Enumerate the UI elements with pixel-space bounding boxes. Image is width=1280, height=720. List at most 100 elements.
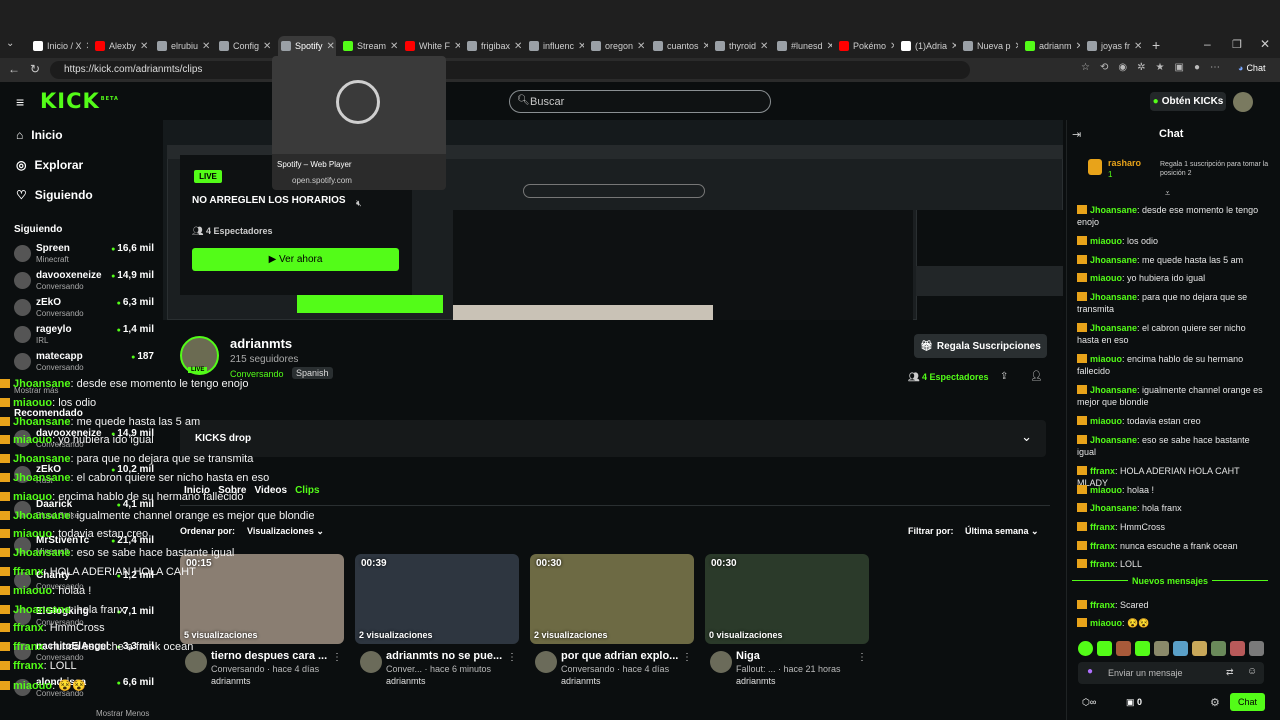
chat-message[interactable]: Jhoansane: hola franx [1077,502,1267,514]
menu-icon[interactable]: ≡ [16,94,24,110]
chat-username[interactable]: miaouo [1090,416,1122,426]
close-tab-icon[interactable]: ✕ [454,41,460,52]
close-tab-icon[interactable]: ✕ [890,41,894,52]
close-tab-icon[interactable]: ✕ [202,41,210,52]
clip-user[interactable]: adrianmts [211,676,251,686]
language-tag[interactable]: Spanish [292,367,333,379]
pinned-collapse-icon[interactable]: ⩡ [1165,188,1170,199]
browser-tab[interactable]: (1)Adria ✕ [898,36,956,56]
close-tab-icon[interactable]: ✕ [1076,41,1080,52]
tab-list-dropdown-icon[interactable]: ⌄ [6,38,20,52]
user-avatar[interactable] [1233,92,1253,112]
close-tab-icon[interactable]: ✕ [1015,41,1018,52]
search-input[interactable]: 🔍︎ Buscar [509,90,771,113]
close-tab-icon[interactable]: ✕ [760,41,768,52]
chat-message[interactable]: miaouo: encima hablo de su hermano falle… [1077,353,1267,377]
close-tab-icon[interactable]: ✕ [703,41,708,52]
sidebar-channel[interactable]: SpreenMinecraft 16,6 mil [14,243,154,269]
back-icon[interactable]: ← [8,62,20,76]
follow-user-icon[interactable]: 👤︎ [1030,371,1043,382]
close-tab-icon[interactable]: ✕ [514,41,522,52]
translate-icon[interactable]: ⇄ [1226,667,1234,678]
nav-explorar[interactable]: ◎ Explorar [16,158,83,172]
chat-settings-icon[interactable]: ⚙ [1210,696,1220,709]
channel-name[interactable]: adrianmts [230,336,292,351]
obtain-kicks-button[interactable]: ● Obtén KICKs [1150,92,1226,111]
browser-tab[interactable]: Spotify ✕ [278,36,336,56]
sidebar-channel[interactable]: zEkOConversando 6,3 mil [14,297,154,323]
url-field[interactable]: https://kick.com/adrianmts/clips [50,61,970,79]
chat-username[interactable]: ffranx [1090,600,1115,610]
kicks-balance[interactable]: ⬡∞ [1082,697,1096,708]
chat-username[interactable]: Jhoansane [1090,255,1137,265]
puzzle-icon[interactable]: ✲ [1137,62,1145,76]
chat-username[interactable]: ffranx [1090,541,1115,551]
emote-icon[interactable] [1211,641,1226,656]
kick-logo[interactable]: KICKBETA [40,89,119,113]
close-tab-icon[interactable]: ✕ [390,41,398,52]
clip-title[interactable]: adrianmts no se pue... [386,650,502,662]
share-icon[interactable]: ⇪ [1000,371,1008,382]
clip-more-icon[interactable]: ⋮ [332,652,342,663]
chat-message[interactable]: ffranx: HmmCross [1077,521,1267,533]
clip-thumbnail[interactable]: 00:30 0 visualizaciones [705,554,869,644]
browser-tab[interactable]: elrubiu ✕ [154,36,212,56]
sort-select[interactable]: Visualizaciones ⌄ [247,526,324,537]
chat-message[interactable]: Jhoansane: el cabron quiere ser nicho ha… [1077,322,1267,346]
pinned-user[interactable]: rasharo [1108,158,1141,168]
translate-icon[interactable]: ⟲ [1100,62,1108,76]
new-tab-button[interactable]: + [1152,37,1160,53]
chat-message[interactable]: Jhoansane: desde ese momento le tengo en… [1077,204,1267,228]
emote-icon[interactable] [1116,641,1131,656]
clip-title[interactable]: tierno despues cara ... [211,650,327,662]
chat-message[interactable]: Jhoansane: eso se sabe hace bastante igu… [1077,434,1267,458]
favorites-icon[interactable]: ★ [1156,62,1165,76]
nav-inicio[interactable]: ⌂ Inicio [16,128,63,142]
browser-tab[interactable]: Inicio / X ✕ [30,36,88,56]
clip-user[interactable]: adrianmts [736,676,776,686]
clip-more-icon[interactable]: ⋮ [682,652,692,663]
clip-user[interactable]: adrianmts [386,676,426,686]
browser-tab[interactable]: frigibax ✕ [464,36,522,56]
browser-tab[interactable]: thyroid ✕ [712,36,770,56]
browser-tab[interactable]: Config ✕ [216,36,274,56]
emote-icon[interactable] [1154,641,1169,656]
chat-username[interactable]: Jhoansane [1090,323,1137,333]
more-icon[interactable]: ⋯ [1210,62,1220,76]
preview-mute-icon[interactable]: 🔇︎ [356,198,362,209]
clip-more-icon[interactable]: ⋮ [857,652,867,663]
extension-icons[interactable]: ☆ ⟲ ◉ ✲ ★ ▣ ● ⋯ [980,62,1220,76]
clip-title[interactable]: Niga [736,650,760,662]
sidebar-channel[interactable]: rageyloIRL 1,4 mil [14,324,154,350]
profile-icon[interactable]: ● [1194,62,1200,76]
bookmark-icon[interactable]: ☆ [1081,62,1090,76]
chat-username[interactable]: Jhoansane [1090,292,1137,302]
close-tab-icon[interactable]: ✕ [140,41,148,52]
emote-icon[interactable] [1230,641,1245,656]
chat-username[interactable]: miaouo [1090,485,1122,495]
emote-icon[interactable] [1249,641,1264,656]
chat-input[interactable]: ● Enviar un mensaje ⇄ ☺ [1078,662,1264,684]
chat-message[interactable]: miaouo: todavia estan creo [1077,415,1267,427]
chat-message[interactable]: miaouo: yo hubiera ido igual [1077,272,1267,284]
channel-tab-videos[interactable]: Videos [254,485,287,496]
chat-username[interactable]: Jhoansane [1090,205,1137,215]
close-tab-icon[interactable]: ✕ [578,41,584,52]
close-tab-icon[interactable]: ✕ [263,41,271,52]
browser-tab[interactable]: White F ✕ [402,36,460,56]
chat-username[interactable]: ffranx [1090,522,1115,532]
browser-tab[interactable]: Pokémo✕ [836,36,894,56]
watch-now-button[interactable]: ▶ Ver ahora [192,248,399,271]
clip-avatar[interactable] [535,651,557,673]
emote-icon[interactable] [1192,641,1207,656]
browser-tab[interactable]: influenc ✕ [526,36,584,56]
chat-message[interactable]: miaouo: 😵😵 [1077,617,1267,629]
close-window-button[interactable]: ✕ [1260,37,1270,51]
browser-tab[interactable]: cuantos ✕ [650,36,708,56]
chat-username[interactable]: ffranx [1090,466,1115,476]
browser-tab[interactable]: oregon ✕ [588,36,646,56]
chat-message[interactable]: Jhoansane: igualmente channel orange es … [1077,384,1267,408]
chat-username[interactable]: Jhoansane [1090,503,1137,513]
show-less-link[interactable]: Mostrar Menos [96,709,149,718]
emote-icon[interactable] [1135,641,1150,656]
